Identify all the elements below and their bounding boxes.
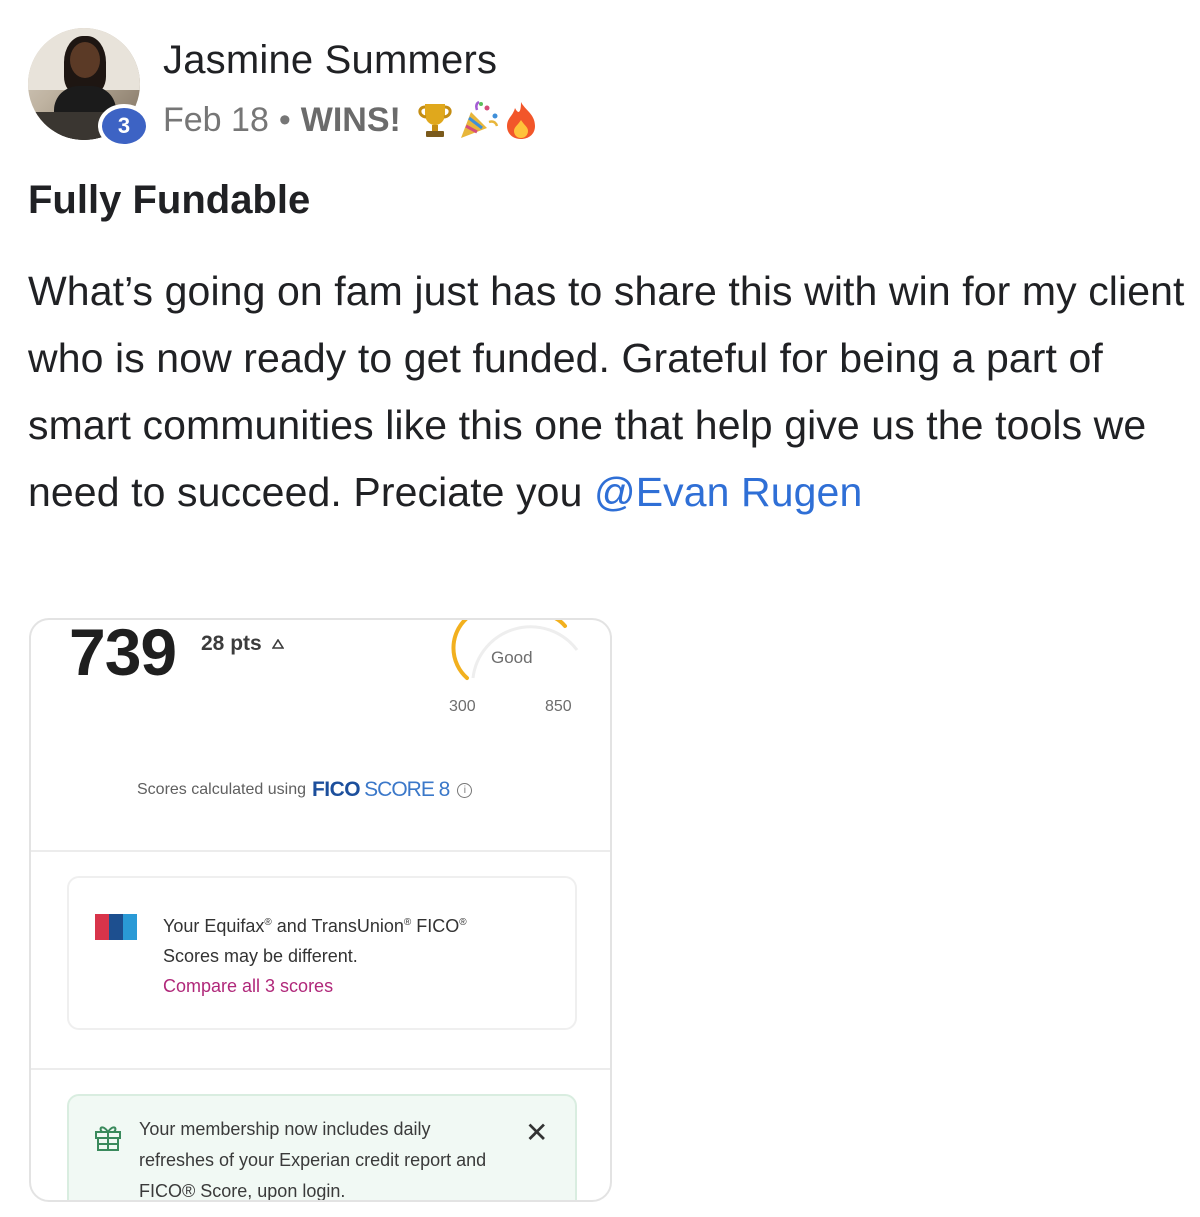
promo-card: Your membership now includes daily refre…: [67, 1094, 577, 1201]
score-change: 28 pts: [201, 632, 284, 656]
fire-icon: [506, 102, 535, 139]
close-icon[interactable]: ✕: [525, 1116, 548, 1149]
score-change-value: 28 pts: [201, 632, 262, 655]
author-name[interactable]: Jasmine Summers: [163, 38, 497, 83]
category-emojis: [415, 100, 539, 140]
bureau-line2: Scores may be different.: [163, 946, 358, 966]
gauge-rating: Good: [491, 648, 533, 667]
gauge-min-label: 300: [449, 698, 476, 715]
bureau-text: Your Equifax® and TransUnion® FICO® Scor…: [163, 908, 563, 971]
section-divider: [31, 850, 610, 852]
post-meta: Feb 18 • WINS!: [163, 100, 539, 140]
credit-score: 739: [69, 618, 177, 689]
party-popper-icon: [460, 100, 499, 138]
fico-model-line: Scores calculated using FICO SCORE 8 i: [137, 778, 473, 802]
post-date[interactable]: Feb 18: [163, 101, 269, 140]
post-category[interactable]: WINS!: [301, 101, 401, 140]
post-title: Fully Fundable: [28, 178, 311, 222]
info-icon[interactable]: i: [457, 782, 473, 798]
level-badge: 3: [98, 104, 150, 148]
fico-calc-text: Scores calculated using: [137, 781, 306, 798]
reg-mark: ®: [459, 917, 467, 928]
bureau-fico: FICO: [411, 916, 460, 936]
section-divider: [31, 1068, 610, 1070]
reg-mark: ®: [264, 917, 272, 928]
post-body: What’s going on fam just has to share th…: [28, 258, 1188, 526]
gauge-max-label: 850: [545, 698, 572, 715]
bureau-equifax: Your Equifax: [163, 916, 265, 936]
promo-text: Your membership now includes daily refre…: [139, 1119, 487, 1201]
gift-icon: [95, 1126, 121, 1151]
bureau-logos-icon: [95, 914, 137, 940]
fico-brand: FICO: [311, 778, 361, 801]
fico-model: SCORE 8: [364, 778, 450, 801]
bureau-transunion: and TransUnion: [271, 916, 404, 936]
compare-scores-link[interactable]: Compare all 3 scores: [163, 976, 333, 997]
triangle-up-icon: [271, 639, 284, 649]
trophy-icon: [418, 104, 452, 137]
bureau-card: Your Equifax® and TransUnion® FICO® Scor…: [67, 876, 577, 1030]
avatar-face: [70, 42, 100, 78]
meta-separator: •: [278, 100, 291, 139]
mention-link[interactable]: @Evan Rugen: [594, 469, 862, 515]
attached-image[interactable]: 739 28 pts Good 300 850 Scores calculate…: [29, 618, 612, 1202]
